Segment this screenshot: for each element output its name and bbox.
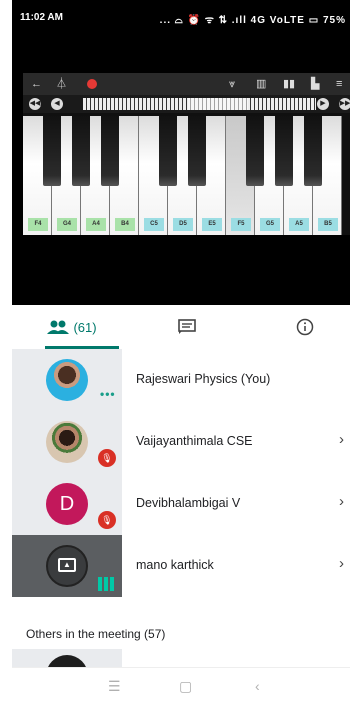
black-key[interactable] <box>43 116 61 186</box>
more-options-icon[interactable]: ••• <box>100 387 116 401</box>
black-key[interactable] <box>159 116 177 186</box>
participant-tile: ▲ <box>12 535 122 597</box>
participant-row[interactable]: 🎙 Vaijayanthimala CSE › <box>12 411 350 473</box>
participant-tile: ••• <box>12 349 122 411</box>
status-icons: ... ⌓ ⏰ ᯤ ⇅ .ıll 4G VoLTE ▭ 75% <box>160 12 346 26</box>
key-label: A4 <box>86 218 106 231</box>
piano-toolbar: ← ⏃ ⩔ ▥ ▮▮ ▙ ≡ <box>23 73 350 95</box>
chat-icon <box>178 319 196 334</box>
info-icon <box>296 318 314 336</box>
people-icon <box>47 320 70 334</box>
participant-tile-partial <box>12 649 122 667</box>
avatar: D <box>46 483 88 525</box>
status-bar: 11:02 AM ... ⌓ ⏰ ᯤ ⇅ .ıll 4G VoLTE ▭ 75% <box>12 0 350 34</box>
black-key[interactable] <box>304 116 322 186</box>
back-arrow-icon[interactable]: ← <box>31 76 42 92</box>
mic-off-icon: 🎙 <box>98 449 116 467</box>
prev-icon[interactable]: ◀ <box>51 98 63 110</box>
system-navigation-bar: ☰ ▢ ‹ <box>12 667 350 705</box>
black-key[interactable] <box>275 116 293 186</box>
black-key[interactable] <box>101 116 119 186</box>
chevron-right-icon[interactable]: › <box>339 493 344 510</box>
key-label: F4 <box>28 218 48 231</box>
participant-name: Devibhalambigai V <box>136 496 241 510</box>
back-icon[interactable]: ‹ <box>255 678 260 694</box>
pause-icon[interactable]: ▮▮ <box>283 76 295 92</box>
key-label: D5 <box>173 218 193 231</box>
status-indicators: ... ⌓ ⏰ ᯤ ⇅ .ıll 4G VoLTE <box>159 15 305 26</box>
chevron-right-icon[interactable]: › <box>339 555 344 572</box>
others-heading: Others in the meeting (57) <box>26 627 166 641</box>
rewind-icon[interactable]: ◀◀ <box>29 98 41 110</box>
avatar <box>46 359 88 401</box>
key-label: G4 <box>57 218 77 231</box>
participant-tile: 🎙 <box>12 411 122 473</box>
menu-icon[interactable]: ≡ <box>336 76 342 92</box>
mixer-icon[interactable]: ⩔ <box>229 76 235 92</box>
keyboard-overview[interactable] <box>83 98 316 110</box>
present-screen-icon: ▲ <box>58 558 76 572</box>
phone-screen: 11:02 AM ... ⌓ ⏰ ᯤ ⇅ .ıll 4G VoLTE ▭ 75%… <box>0 0 350 705</box>
home-icon[interactable]: ▢ <box>179 678 192 695</box>
key-label: B4 <box>115 218 135 231</box>
participant-name: Rajeswari Physics (You) <box>136 372 271 386</box>
metronome-icon[interactable]: ⏃ <box>56 76 67 92</box>
chevron-right-icon[interactable]: › <box>339 431 344 448</box>
record-icon[interactable] <box>87 79 97 89</box>
key-label: A5 <box>289 218 309 231</box>
tab-chat[interactable] <box>172 305 202 349</box>
black-key[interactable] <box>72 116 90 186</box>
key-label: B5 <box>318 218 338 231</box>
battery-icon: ▭ <box>308 15 320 26</box>
meeting-tabs: (61) <box>12 305 350 350</box>
participant-tile: D 🎙 <box>12 473 122 535</box>
fast-forward-icon[interactable]: ▶▶ <box>339 98 350 110</box>
black-key[interactable] <box>188 116 206 186</box>
next-icon[interactable]: ▶ <box>317 98 329 110</box>
participant-row[interactable]: D 🎙 Devibhalambigai V › <box>12 473 350 535</box>
avatar: ▲ <box>46 545 88 587</box>
key-label: G5 <box>260 218 280 231</box>
shared-screen-piano: ← ⏃ ⩔ ▥ ▮▮ ▙ ≡ ◀◀ ◀ ▶ ▶▶ F4 G4 A4 B4 C5 … <box>23 73 350 235</box>
participant-name: Vaijayanthimala CSE <box>136 434 253 448</box>
key-label: F5 <box>231 218 251 231</box>
folder-icon[interactable]: ▙ <box>311 76 319 92</box>
recents-icon[interactable]: ☰ <box>108 678 121 695</box>
visible-range-highlight[interactable] <box>188 98 248 110</box>
keyboard-icon[interactable]: ▥ <box>256 76 266 92</box>
avatar <box>46 655 88 667</box>
tab-info[interactable] <box>290 305 320 349</box>
key-label: E5 <box>202 218 222 231</box>
mic-off-icon: 🎙 <box>98 511 116 529</box>
battery-level: 75% <box>322 15 346 26</box>
black-key[interactable] <box>246 116 264 186</box>
participant-name: mano karthick <box>136 558 214 572</box>
participant-list: ••• Rajeswari Physics (You) 🎙 Vaijayanth… <box>12 349 350 667</box>
participant-row[interactable]: ••• Rajeswari Physics (You) <box>12 349 350 411</box>
status-time: 11:02 AM <box>20 12 63 23</box>
participant-row[interactable]: ▲ mano karthick › <box>12 535 350 597</box>
audio-level-icon <box>98 575 116 591</box>
key-label: C5 <box>144 218 164 231</box>
tab-people[interactable]: (61) <box>37 305 119 349</box>
avatar <box>46 421 88 463</box>
people-count: (61) <box>73 319 97 335</box>
piano-keys: F4 G4 A4 B4 C5 D5 E5 F5 G5 A5 B5 <box>23 116 350 235</box>
